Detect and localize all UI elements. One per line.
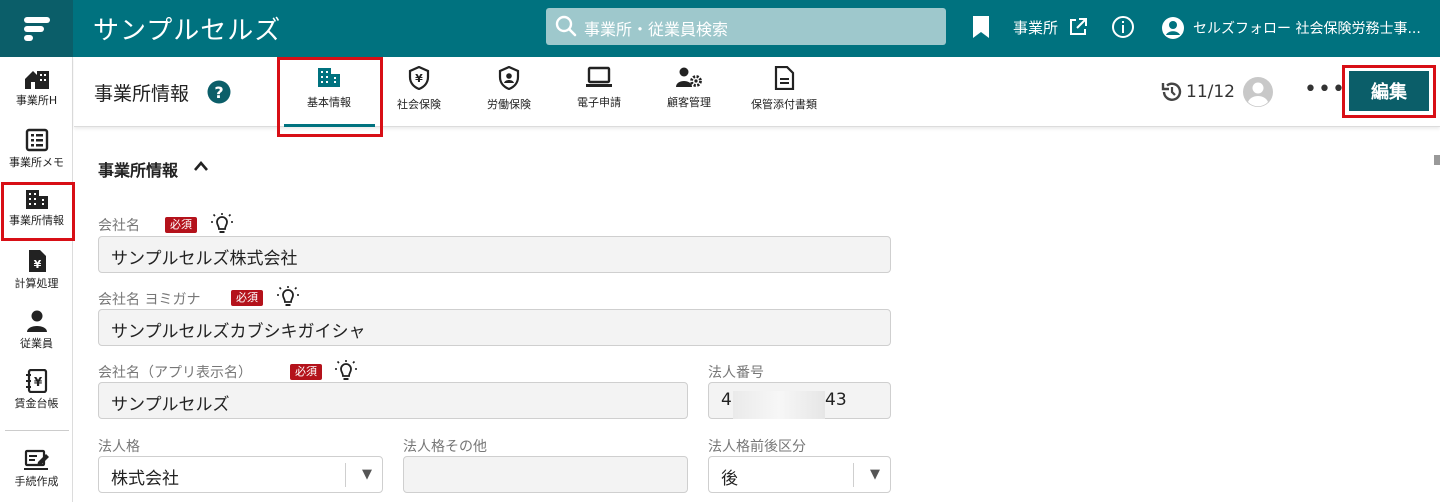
sidebar-item-label: 事業所H <box>15 94 58 107</box>
ledger-icon: ¥ <box>25 369 47 393</box>
search-placeholder: 事業所・従業員検索 <box>584 20 729 39</box>
dropdown-arrow-icon: ▼ <box>870 467 880 482</box>
lightbulb-icon[interactable] <box>210 212 234 236</box>
corporate-number-label: 法人番号 <box>708 365 764 381</box>
account-icon[interactable] <box>1161 16 1185 40</box>
person-shield-icon <box>498 66 520 90</box>
corporate-position-label: 法人格前後区分 <box>708 439 806 455</box>
scrollbar-marker[interactable] <box>1434 155 1440 165</box>
sidebar-item-label: 事業所メモ <box>9 156 64 169</box>
help-icon[interactable]: ? <box>207 80 231 104</box>
sidebar-item-label: 手続作成 <box>14 475 59 488</box>
memo-list-icon <box>25 128 48 152</box>
highlight-frame <box>1342 65 1436 118</box>
sidebar-item-wage-ledger[interactable]: ¥ 賃金台帳 <box>0 369 73 411</box>
info-icon[interactable] <box>1111 15 1135 39</box>
document-icon <box>774 66 795 90</box>
logo-bar <box>24 26 44 32</box>
sidebar-divider <box>5 430 69 431</box>
history-icon[interactable] <box>1160 80 1184 104</box>
lightbulb-icon[interactable] <box>276 285 300 309</box>
history-count[interactable]: 11/12 <box>1186 82 1235 102</box>
corporate-type-other-label: 法人格その他 <box>403 439 487 455</box>
yen-shield-icon: ¥ <box>408 66 430 90</box>
section-heading: 事業所情報 <box>98 161 179 180</box>
logo-bar <box>24 35 33 41</box>
page-title: 事業所情報 <box>94 83 190 105</box>
company-kana-field[interactable]: サンプルセルズカブシキガイシャ <box>98 309 891 346</box>
svg-text:?: ? <box>214 83 223 102</box>
corporate-type-other-field[interactable] <box>403 456 688 493</box>
svg-text:¥: ¥ <box>415 72 423 85</box>
procedure-edit-icon <box>23 449 49 470</box>
tab-label: 顧客管理 <box>667 96 711 109</box>
corporate-position-value: 後 <box>721 469 738 489</box>
svg-text:¥: ¥ <box>33 375 42 389</box>
corporate-type-label: 法人格 <box>98 439 140 455</box>
more-menu-icon[interactable]: ••• <box>1304 79 1346 101</box>
highlight-frame <box>1 182 75 241</box>
corporate-position-select[interactable]: 後 ▼ <box>708 456 891 493</box>
top-bar: サンプルセルズ 事業所・従業員検索 事業所 セルズフォロー 社会保険労務士事..… <box>0 0 1440 57</box>
required-badge: 必須 <box>290 364 322 380</box>
person-gear-icon <box>676 67 702 87</box>
tab-labor-insurance[interactable]: 労働保険 <box>464 66 554 112</box>
bookmark-icon[interactable] <box>971 14 991 40</box>
sidebar-item-office-memo[interactable]: 事業所メモ <box>0 128 73 170</box>
tab-label: 社会保険 <box>397 98 441 111</box>
corporate-number-prefix: 4 <box>721 390 732 410</box>
highlight-frame <box>277 57 383 137</box>
user-name[interactable]: セルズフォロー 社会保険労務士事... <box>1193 18 1421 38</box>
tab-label: 労働保険 <box>487 98 531 111</box>
sidebar-item-office-home[interactable]: 事業所H <box>0 68 73 108</box>
tab-label: 電子申請 <box>577 96 621 109</box>
laptop-icon <box>586 66 612 87</box>
sidebar-item-label: 賃金台帳 <box>14 397 59 410</box>
sidebar-item-employees[interactable]: 従業員 <box>0 309 73 351</box>
app-title: サンプルセルズ <box>93 16 282 46</box>
person-icon <box>26 310 47 332</box>
select-divider <box>853 463 854 487</box>
lightbulb-icon[interactable] <box>334 359 358 383</box>
yen-file-icon: ¥ <box>28 250 46 272</box>
company-name-label: 会社名 <box>98 218 140 234</box>
company-app-name-field[interactable]: サンプルセルズ <box>98 382 688 419</box>
company-name-field[interactable]: サンプルセルズ株式会社 <box>98 236 891 273</box>
company-app-name-label: 会社名（アプリ表示名） <box>98 365 252 381</box>
redacted-area <box>733 391 825 419</box>
logo-bar <box>24 17 50 23</box>
external-link-icon[interactable] <box>1068 17 1088 37</box>
tab-e-application[interactable]: 電子申請 <box>554 66 644 110</box>
company-kana-label: 会社名 ヨミガナ <box>98 292 201 308</box>
sidebar-item-calculation[interactable]: ¥ 計算処理 <box>0 249 73 291</box>
office-home-icon <box>24 71 49 89</box>
sidebar-item-label: 従業員 <box>20 337 53 350</box>
app-logo[interactable] <box>0 0 73 57</box>
search-input[interactable]: 事業所・従業員検索 <box>546 8 946 45</box>
svg-text:¥: ¥ <box>33 258 41 271</box>
corporate-type-select[interactable]: 株式会社 ▼ <box>98 456 383 493</box>
tab-customer-management[interactable]: 顧客管理 <box>644 66 734 110</box>
sidebar-item-procedure[interactable]: 手続作成 <box>0 449 73 489</box>
tab-attached-documents[interactable]: 保管添付書類 <box>739 66 829 112</box>
search-icon <box>555 15 577 37</box>
dropdown-arrow-icon: ▼ <box>362 467 372 482</box>
required-badge: 必須 <box>165 217 197 233</box>
sidebar-item-label: 計算処理 <box>14 277 59 290</box>
tab-label: 保管添付書類 <box>751 98 817 111</box>
corporate-type-value: 株式会社 <box>111 469 179 489</box>
tab-social-insurance[interactable]: ¥ 社会保険 <box>374 66 464 112</box>
corporate-number-suffix: 43 <box>825 390 847 410</box>
select-divider <box>345 463 346 487</box>
required-badge: 必須 <box>231 290 263 306</box>
avatar[interactable] <box>1243 77 1273 107</box>
office-link[interactable]: 事業所 <box>1013 17 1058 38</box>
chevron-up-icon[interactable] <box>193 160 209 172</box>
